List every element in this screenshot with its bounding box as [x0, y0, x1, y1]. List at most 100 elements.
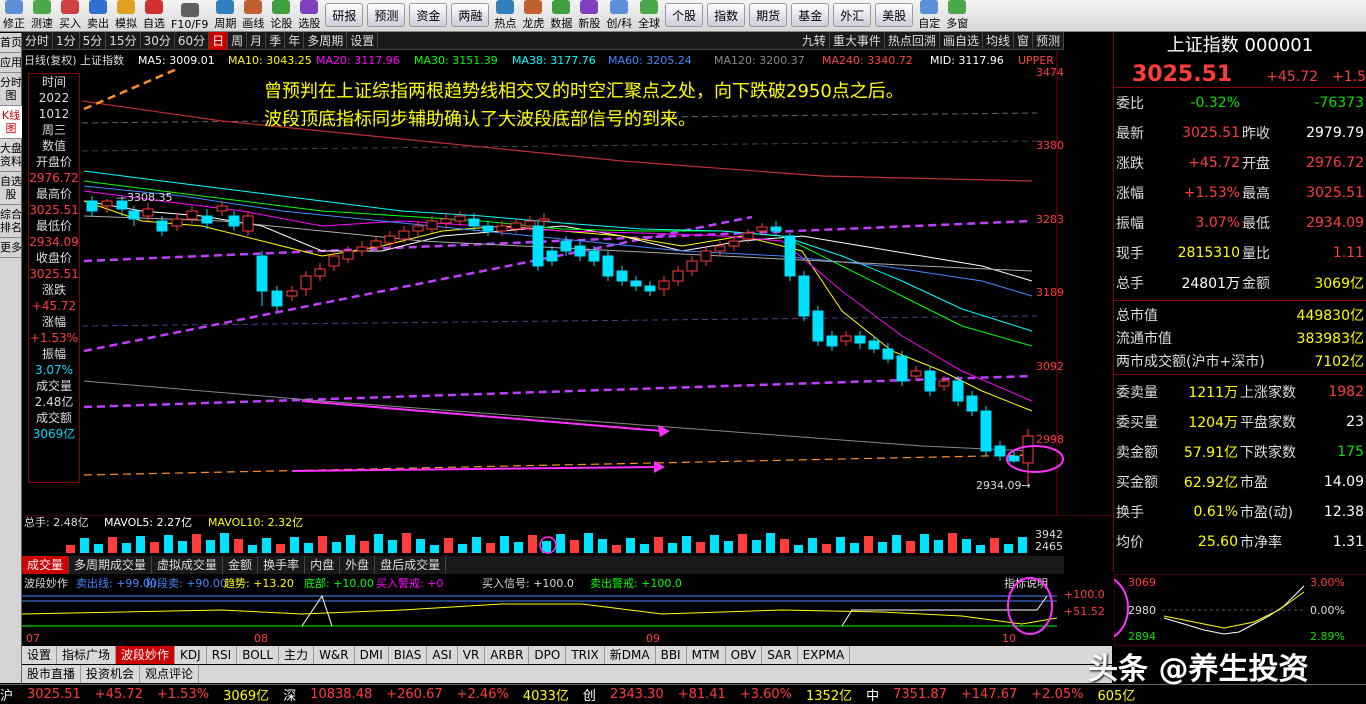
ind-tab-11[interactable]: VR	[458, 646, 486, 664]
ind-tab-20[interactable]: EXPMA	[798, 646, 851, 664]
period-right-4[interactable]: 均线	[983, 31, 1014, 50]
toolbar-0-button[interactable]: 修正	[0, 0, 28, 31]
period-tab-5[interactable]: 60分	[175, 31, 210, 50]
ind-tab-5[interactable]: BOLL	[237, 646, 280, 664]
vol-tab-3[interactable]: 金额	[223, 556, 259, 574]
candle-body	[1022, 435, 1034, 464]
ind-tab-12[interactable]: ARBR	[485, 646, 530, 664]
sidebar-item-5[interactable]: 自选股	[0, 172, 22, 205]
toolbar-4-button[interactable]: 模拟	[112, 0, 140, 31]
toolbar3-7-button[interactable]: 多窗	[943, 0, 971, 31]
toolbar3-5-button[interactable]: 美股	[875, 3, 914, 27]
toolbar3-3-button[interactable]: 基金	[791, 3, 830, 27]
toolbar2-9-button[interactable]: 全球	[635, 0, 663, 31]
ind-tab-7[interactable]: W&R	[314, 646, 355, 664]
vol-tab-6[interactable]: 外盘	[340, 556, 376, 574]
sidebar-item-6[interactable]: 综合排名	[0, 205, 22, 238]
toolbar-3-button[interactable]: 卖出	[84, 0, 112, 31]
ind-tab-3[interactable]: KDJ	[175, 646, 207, 664]
toolbar2-2-button[interactable]: 资金	[409, 3, 448, 27]
ind-tab-13[interactable]: DPO	[529, 646, 567, 664]
period-tab-10[interactable]: 年	[285, 31, 305, 50]
ind-tab-16[interactable]: BBI	[656, 646, 687, 664]
toolbar-7-button[interactable]: 周期	[211, 0, 239, 31]
quote-row: 委比 -0.32% -76373	[1114, 88, 1366, 118]
period-tab-11[interactable]: 多周期	[304, 31, 348, 50]
toolbar3-6-button[interactable]: 自定	[915, 0, 943, 31]
bottom-tab-0[interactable]: 股市直播	[22, 665, 82, 683]
period-right-1[interactable]: 重大事件	[830, 31, 885, 50]
period-right-6[interactable]: 预测	[1033, 31, 1064, 50]
ind-tab-19[interactable]: SAR	[762, 646, 798, 664]
period-tab-6[interactable]: 日	[209, 31, 229, 50]
toolbar-5-button[interactable]: 自选	[140, 0, 168, 31]
bottom-tab-2[interactable]: 观点评论	[140, 665, 200, 683]
toolbar2-6-button[interactable]: 数据	[547, 0, 575, 31]
quote-row: 最新 3025.51 昨收 2979.79	[1114, 118, 1366, 148]
period-right-0[interactable]: 九转	[799, 31, 830, 50]
ind-tab-17[interactable]: MTM	[687, 646, 726, 664]
period-tab-12[interactable]: 设置	[347, 31, 379, 50]
toolbar-6-button[interactable]: F10/F9	[168, 0, 211, 31]
vol-tab-0[interactable]: 成交量	[22, 556, 70, 574]
toolbar-8-button[interactable]: 画线	[239, 0, 267, 31]
period-tab-7[interactable]: 周	[228, 31, 248, 50]
period-tab-2[interactable]: 5分	[80, 31, 107, 50]
toolbar2-3-button[interactable]: 两融	[451, 3, 490, 27]
toolbar2-1-button[interactable]: 预测	[367, 3, 406, 27]
info-label: 成交额	[35, 411, 72, 425]
ind-tab-14[interactable]: TRIX	[566, 646, 605, 664]
toolbar2-0-button[interactable]: 研报	[325, 3, 364, 27]
toolbar2-5-button[interactable]: 龙虎	[519, 0, 547, 31]
ind-tab-6[interactable]: 主力	[279, 646, 315, 664]
bottom-tab-1[interactable]: 投资机会	[81, 665, 141, 683]
toolbar2-7-button[interactable]: 新股	[575, 0, 603, 31]
period-tab-4[interactable]: 30分	[141, 31, 175, 50]
ind-tab-4[interactable]: RSI	[207, 646, 238, 664]
toolbar-9-button[interactable]: 论股	[267, 0, 295, 31]
ind-tab-1[interactable]: 指标广场	[57, 646, 117, 664]
cap-key: 两市成交额(沪市+深市)	[1116, 353, 1265, 370]
period-tab-3[interactable]: 15分	[106, 31, 141, 50]
sidebar-item-1[interactable]: 应用	[0, 53, 22, 73]
ind-tab-0[interactable]: 设置	[22, 646, 58, 664]
toolbar3-1-button[interactable]: 指数	[707, 3, 746, 27]
period-tab-8[interactable]: 月	[247, 31, 267, 50]
vol-bar	[710, 535, 719, 553]
ind-tab-9[interactable]: BIAS	[389, 646, 428, 664]
period-tab-0[interactable]: 分时	[22, 31, 54, 50]
vol-tab-7[interactable]: 盘后成交量	[375, 556, 447, 574]
ind-tab-18[interactable]: OBV	[726, 646, 763, 664]
quote-val: 24801万	[1181, 276, 1240, 292]
sidebar-item-7[interactable]: 更多	[0, 238, 22, 258]
toolbar3-0-button[interactable]: 个股	[665, 3, 704, 27]
toolbar-2-button[interactable]: 买入	[56, 0, 84, 31]
period-right-5[interactable]: 窗	[1014, 31, 1033, 50]
sidebar-item-4[interactable]: 大盘资料	[0, 139, 22, 172]
sidebar-item-0[interactable]: 首页	[0, 33, 22, 53]
sidebar-item-2[interactable]: 分时图	[0, 73, 22, 106]
ind-tab-15[interactable]: 新DMA	[605, 646, 656, 664]
toolbar2-4-button[interactable]: 热点	[491, 0, 519, 31]
candle-body	[228, 215, 240, 227]
period-right-2[interactable]: 热点回溯	[885, 31, 940, 50]
vol-tab-4[interactable]: 换手率	[258, 556, 306, 574]
toolbar-1-button[interactable]: 测速	[28, 0, 56, 31]
vol-bar	[360, 541, 369, 553]
vol-tab-1[interactable]: 多周期成交量	[69, 556, 153, 574]
toolbar-10-button[interactable]: 选股	[295, 0, 323, 31]
toolbar3-2-button[interactable]: 期货	[749, 3, 788, 27]
candle-body	[882, 348, 894, 360]
vol-tab-2[interactable]: 虚拟成交量	[152, 556, 224, 574]
ind-tab-2[interactable]: 波段妙作	[116, 646, 176, 664]
period-tab-9[interactable]: 季	[266, 31, 286, 50]
ind-tab-10[interactable]: ASI	[427, 646, 458, 664]
period-tab-1[interactable]: 1分	[53, 31, 80, 50]
toolbar2-8-button[interactable]: 创/科	[603, 0, 635, 31]
sidebar-item-3[interactable]: K线图	[0, 106, 22, 139]
period-right-3[interactable]: 画自选	[940, 31, 983, 50]
ind-tab-8[interactable]: DMI	[355, 646, 389, 664]
vol-tab-5[interactable]: 内盘	[305, 556, 341, 574]
toolbar3-4-button[interactable]: 外汇	[833, 3, 872, 27]
vol-bar	[934, 540, 943, 553]
